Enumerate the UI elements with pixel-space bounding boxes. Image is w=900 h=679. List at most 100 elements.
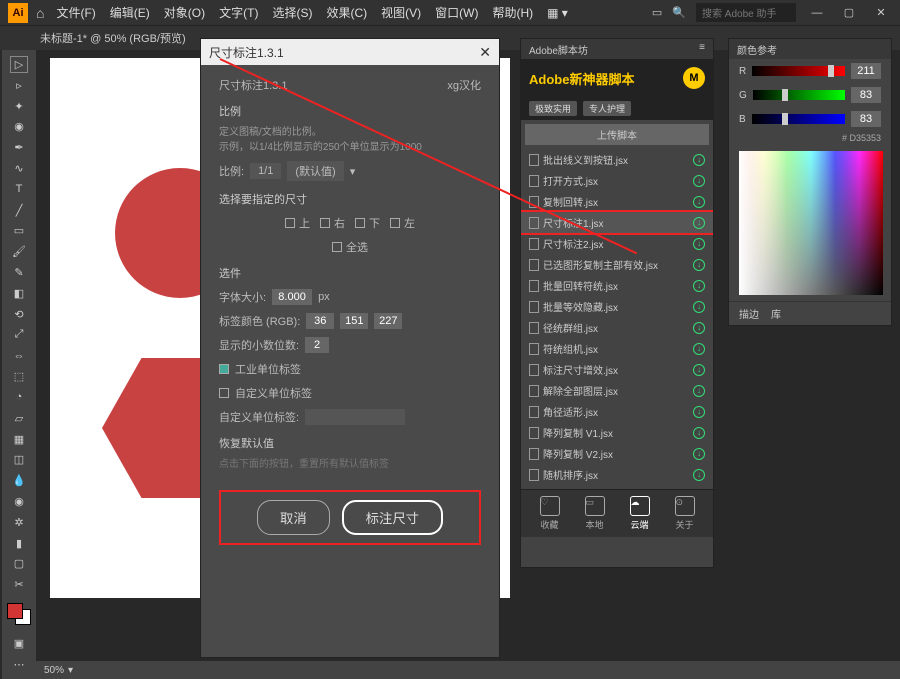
r-input[interactable] — [851, 63, 881, 79]
color-picker[interactable] — [739, 151, 883, 295]
hex-value[interactable]: D35353 — [849, 133, 881, 143]
g-slider[interactable] — [753, 90, 845, 100]
home-icon[interactable]: ⌂ — [36, 5, 44, 21]
artboard-tool[interactable]: ▢ — [11, 557, 27, 572]
fg-color-swatch[interactable] — [7, 603, 23, 619]
script-item[interactable]: 打开方式.jsx↓ — [521, 170, 713, 191]
stroke-tab[interactable]: 描边 — [739, 306, 759, 321]
window-restore-icon[interactable]: ▢ — [838, 4, 860, 22]
download-icon[interactable]: ↓ — [693, 364, 705, 376]
free-transform-tool[interactable]: ⬚ — [11, 369, 27, 384]
dropdown-chevron-icon[interactable]: ▾ — [350, 165, 356, 178]
scripts-category[interactable]: 上传脚本 — [525, 124, 709, 145]
color-g-input[interactable] — [340, 313, 368, 329]
script-item[interactable]: 批量等效隐藏.jsx↓ — [521, 296, 713, 317]
gradient-tool[interactable]: ◫ — [11, 452, 27, 467]
eraser-tool[interactable]: ◧ — [11, 286, 27, 301]
chk-custom[interactable]: 自定义单位标签 — [219, 385, 481, 401]
chk-industrial[interactable]: 工业单位标签 — [219, 361, 481, 377]
script-item[interactable]: 降列复制 V1.jsx↓ — [521, 422, 713, 443]
curvature-tool[interactable]: ∿ — [11, 161, 27, 176]
bottom-nav-item[interactable]: ▭本地 — [585, 496, 605, 531]
download-icon[interactable]: ↓ — [693, 448, 705, 460]
selection-tool[interactable]: ▷ — [11, 57, 27, 72]
script-item[interactable]: 标注尺寸增效.jsx↓ — [521, 359, 713, 380]
decimals-input[interactable] — [305, 337, 329, 353]
cancel-button[interactable]: 取消 — [257, 500, 330, 535]
b-input[interactable] — [851, 111, 881, 127]
perspective-tool[interactable]: ▱ — [11, 411, 27, 426]
download-icon[interactable]: ↓ — [693, 259, 705, 271]
magic-wand-tool[interactable]: ✦ — [11, 99, 27, 114]
script-item[interactable]: 随机排序.jsx↓ — [521, 464, 713, 485]
script-item[interactable]: 批出线义到按钮.jsx↓ — [521, 149, 713, 170]
script-list[interactable]: 批出线义到按钮.jsx↓打开方式.jsx↓复制回转.jsx↓尺寸标注1.jsx↓… — [521, 149, 713, 489]
r-slider[interactable] — [752, 66, 845, 76]
scale-default-dropdown[interactable]: (默认值) — [287, 161, 343, 181]
lasso-tool[interactable]: ◉ — [11, 119, 27, 134]
chk-bottom[interactable]: 下 — [355, 215, 380, 231]
color-swatches[interactable] — [7, 603, 31, 625]
search-icon[interactable]: 🔍 — [672, 6, 686, 19]
chk-left[interactable]: 左 — [390, 215, 415, 231]
screen-mode-tool[interactable]: ▣ — [11, 636, 27, 651]
mesh-tool[interactable]: ▦ — [11, 432, 27, 447]
download-icon[interactable]: ↓ — [693, 154, 705, 166]
download-icon[interactable]: ↓ — [693, 175, 705, 187]
script-item[interactable]: 解除全部图层.jsx↓ — [521, 380, 713, 401]
script-item[interactable]: 角径适形.jsx↓ — [521, 401, 713, 422]
menu-layout-icon[interactable]: ▦ ▾ — [547, 6, 568, 20]
window-close-icon[interactable]: ✕ — [870, 4, 892, 22]
download-icon[interactable]: ↓ — [693, 238, 705, 250]
dialog-titlebar[interactable]: 尺寸标注1.3.1 ✕ — [201, 39, 499, 65]
library-tab[interactable]: 库 — [771, 306, 781, 321]
arrange-icon[interactable]: ▭ — [652, 6, 662, 19]
scripts-tab-1[interactable]: 极致实用 — [529, 101, 577, 116]
blend-tool[interactable]: ◉ — [11, 494, 27, 509]
download-icon[interactable]: ↓ — [693, 469, 705, 481]
eyedropper-tool[interactable]: 💧 — [11, 473, 27, 488]
scale-dropdown[interactable]: 1/1 — [250, 163, 281, 179]
color-b-input[interactable] — [374, 313, 402, 329]
zoom-level[interactable]: 50% — [44, 665, 64, 676]
download-icon[interactable]: ↓ — [693, 343, 705, 355]
menu-view[interactable]: 视图(V) — [381, 4, 421, 21]
script-item[interactable]: 降列复制 V2.jsx↓ — [521, 443, 713, 464]
download-icon[interactable]: ↓ — [693, 406, 705, 418]
download-icon[interactable]: ↓ — [693, 280, 705, 292]
script-item[interactable]: 符统组机.jsx↓ — [521, 338, 713, 359]
menu-file[interactable]: 文件(F) — [56, 4, 95, 21]
download-icon[interactable]: ↓ — [693, 301, 705, 313]
zoom-dropdown-icon[interactable]: ▾ — [68, 665, 73, 676]
rotate-tool[interactable]: ⟲ — [11, 307, 27, 322]
g-input[interactable] — [851, 87, 881, 103]
chk-all[interactable]: 全选 — [332, 239, 368, 255]
bottom-nav-item[interactable]: ⊙关于 — [675, 496, 695, 531]
menu-help[interactable]: 帮助(H) — [492, 4, 533, 21]
type-tool[interactable]: T — [11, 182, 27, 197]
menu-edit[interactable]: 编辑(E) — [110, 4, 150, 21]
symbol-sprayer-tool[interactable]: ✲ — [11, 515, 27, 530]
download-icon[interactable]: ↓ — [693, 217, 705, 229]
script-item[interactable]: 径统群组.jsx↓ — [521, 317, 713, 338]
menu-window[interactable]: 窗口(W) — [435, 4, 478, 21]
rectangle-tool[interactable]: ▭ — [11, 224, 27, 239]
pen-tool[interactable]: ✒ — [11, 140, 27, 155]
scripts-tab-2[interactable]: 专人护理 — [583, 101, 631, 116]
ok-button[interactable]: 标注尺寸 — [342, 500, 443, 535]
download-icon[interactable]: ↓ — [693, 196, 705, 208]
script-item[interactable]: 尺寸标注1.jsx↓ — [521, 212, 713, 233]
line-tool[interactable]: ╱ — [11, 203, 27, 218]
dialog-close-icon[interactable]: ✕ — [479, 44, 491, 61]
edit-toolbar-icon[interactable]: ⋯ — [11, 657, 27, 672]
custom-unit-input[interactable] — [305, 409, 405, 425]
scale-tool[interactable]: ⤢ — [11, 328, 27, 343]
window-minimize-icon[interactable]: — — [806, 4, 828, 22]
b-slider[interactable] — [752, 114, 845, 124]
menu-type[interactable]: 文字(T) — [219, 4, 258, 21]
script-item[interactable]: 批量回转符统.jsx↓ — [521, 275, 713, 296]
color-r-input[interactable] — [306, 313, 334, 329]
download-icon[interactable]: ↓ — [693, 322, 705, 334]
chk-top[interactable]: 上 — [285, 215, 310, 231]
script-item[interactable]: 复制回转.jsx↓ — [521, 191, 713, 212]
